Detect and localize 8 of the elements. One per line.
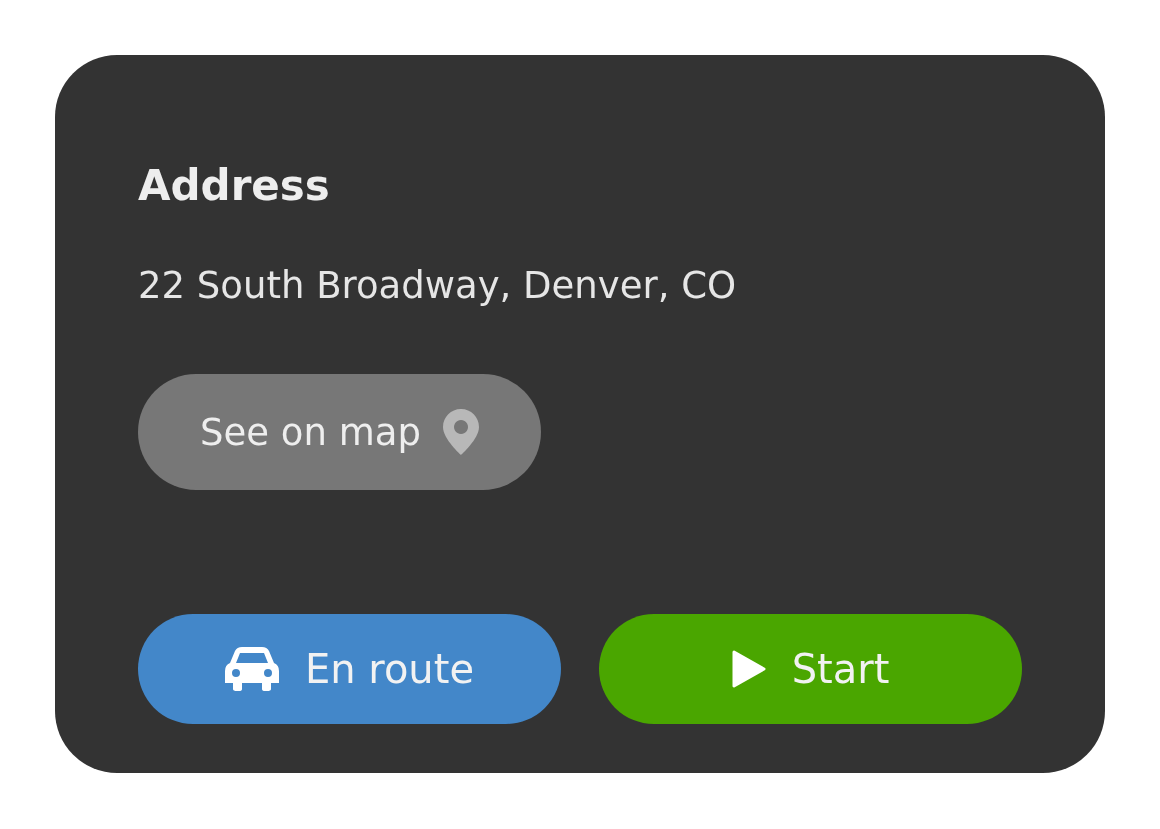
see-on-map-button[interactable]: See on map [138, 374, 541, 490]
en-route-button[interactable]: En route [138, 614, 561, 724]
car-icon [225, 647, 279, 691]
start-button[interactable]: Start [599, 614, 1022, 724]
address-text: 22 South Broadway, Denver, CO [138, 267, 738, 304]
card-title: Address [138, 165, 331, 207]
play-icon [731, 650, 766, 688]
map-pin-icon [442, 409, 479, 455]
